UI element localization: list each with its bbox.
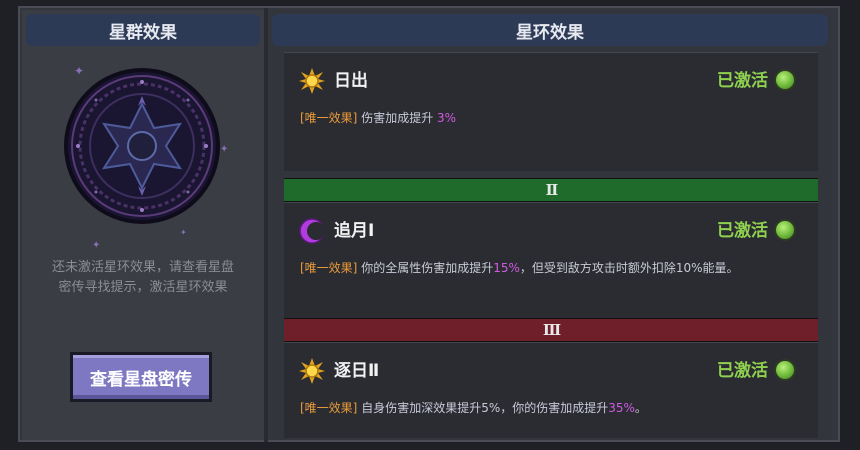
desc-text-after: 。 xyxy=(634,401,647,415)
effect-card-sunrise: 日出 已激活 [唯一效果] 伤害加成提升 3% xyxy=(284,52,818,171)
activation-hint: 还未激活星环效果，请查看星盘 密传寻找提示，激活星环效果 xyxy=(22,258,264,298)
sparkle-icon: ✦ xyxy=(92,240,101,251)
unique-effect-tag: [唯一效果] xyxy=(300,111,358,125)
unique-effect-tag: [唯一效果] xyxy=(300,261,358,275)
unique-effect-tag: [唯一效果] xyxy=(300,401,358,415)
sparkle-icon: ✦ xyxy=(220,144,229,155)
effect-title: 追月Ⅰ xyxy=(334,221,375,241)
view-star-disk-secrets-button[interactable]: 查看星盘密传 xyxy=(70,352,212,402)
star-disk-icon xyxy=(64,68,220,224)
effect-status: 已激活 xyxy=(717,71,768,91)
effect-title: 日出 xyxy=(334,71,368,91)
right-panel-header: 星环效果 xyxy=(272,14,828,46)
tier-divider-iii: Ⅲ xyxy=(284,318,818,342)
desc-text: 自身伤害加深效果提升5%，你的伤害加成提升 xyxy=(357,401,609,415)
sparkle-icon: ✦ xyxy=(180,228,187,237)
desc-highlight: 35% xyxy=(608,401,635,415)
effect-description: [唯一效果] 自身伤害加深效果提升5%，你的伤害加成提升35%。 xyxy=(300,399,647,416)
effect-title: 逐日Ⅱ xyxy=(334,361,380,381)
ring-effects-list[interactable]: 日出 已激活 [唯一效果] 伤害加成提升 3% Ⅱ 追月Ⅰ 已激活 [唯一效果]… xyxy=(284,52,818,438)
active-indicator-icon xyxy=(774,69,796,91)
desc-highlight: 15% xyxy=(493,261,520,275)
effect-status: 已激活 xyxy=(717,221,768,241)
tier-divider-ii: Ⅱ xyxy=(284,178,818,202)
left-panel-header: 星群效果 xyxy=(26,14,260,46)
effect-status: 已激活 xyxy=(717,361,768,381)
sun-icon xyxy=(298,67,326,95)
crescent-moon-icon xyxy=(298,217,326,245)
hint-line-2: 密传寻找提示，激活星环效果 xyxy=(58,280,228,295)
sun-icon xyxy=(298,357,326,385)
desc-text: 你的全属性伤害加成提升 xyxy=(357,261,494,275)
desc-highlight: 3% xyxy=(437,111,457,125)
active-indicator-icon xyxy=(774,359,796,381)
desc-text-after: ，但受到敌方攻击时额外扣除10%能量。 xyxy=(519,261,739,275)
sparkle-icon: ✦ xyxy=(74,64,85,78)
effect-description: [唯一效果] 你的全属性伤害加成提升15%，但受到敌方攻击时额外扣除10%能量。 xyxy=(300,259,739,276)
active-indicator-icon xyxy=(774,219,796,241)
panel-divider xyxy=(264,8,268,442)
effect-card-chasing-moon: 追月Ⅰ 已激活 [唯一效果] 你的全属性伤害加成提升15%，但受到敌方攻击时额外… xyxy=(284,202,818,321)
hint-line-1: 还未激活星环效果，请查看星盘 xyxy=(51,260,234,275)
effect-card-chasing-sun: 逐日Ⅱ 已激活 [唯一效果] 自身伤害加深效果提升5%，你的伤害加成提升35%。 xyxy=(284,342,818,438)
effect-description: [唯一效果] 伤害加成提升 3% xyxy=(300,109,456,126)
desc-text: 伤害加成提升 xyxy=(357,111,438,125)
